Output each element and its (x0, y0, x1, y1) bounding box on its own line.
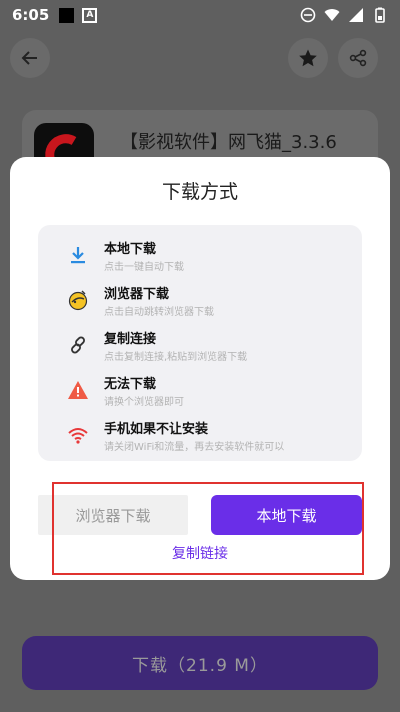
option-subtitle: 点击自动跳转浏览器下载 (104, 307, 214, 318)
option-subtitle: 请关闭WiFi和流量，再去安装软件就可以 (104, 442, 285, 453)
option-install-blocked: 手机如果不让安装 请关闭WiFi和流量，再去安装软件就可以 (38, 415, 362, 459)
download-icon (66, 243, 90, 267)
option-subtitle: 点击复制连接,粘贴到浏览器下载 (104, 352, 248, 363)
app-title: 【影视软件】网飞猫_3.3.6 (120, 132, 337, 153)
option-title: 无法下载 (104, 377, 157, 392)
app-bar (0, 30, 400, 86)
app-notification-icon: A (82, 7, 98, 23)
wifi-status-icon (324, 9, 340, 21)
battery-icon (375, 7, 385, 23)
signal-icon (349, 8, 363, 22)
option-subtitle: 点击一键自动下载 (104, 262, 184, 273)
option-subtitle: 请换个浏览器即可 (104, 397, 184, 408)
option-title: 手机如果不让安装 (104, 422, 209, 437)
option-local-download: 本地下载 点击一键自动下载 (38, 235, 362, 279)
download-options-panel: 本地下载 点击一键自动下载 浏览器下载 点击自动跳转浏览器下载 复制连接 点击复… (38, 225, 362, 461)
link-icon (66, 333, 90, 357)
warning-icon (66, 378, 90, 402)
share-icon (349, 49, 367, 67)
option-browser-download: 浏览器下载 点击自动跳转浏览器下载 (38, 280, 362, 324)
highlight-box (52, 482, 364, 575)
arrow-left-icon (21, 51, 37, 65)
option-title: 复制连接 (104, 332, 157, 347)
notification-icon (59, 7, 75, 23)
status-time: 6:05 (12, 6, 50, 24)
share-button[interactable] (338, 38, 378, 78)
browser-icon (66, 288, 90, 312)
dialog-title: 下载方式 (161, 181, 238, 203)
option-copy-link: 复制连接 点击复制连接,粘贴到浏览器下载 (38, 325, 362, 369)
status-bar: 6:05 A (0, 0, 400, 30)
back-button[interactable] (10, 38, 50, 78)
download-button[interactable]: 下载（21.9 M） (22, 636, 378, 690)
option-title: 浏览器下载 (104, 287, 170, 302)
favorite-button[interactable] (288, 38, 328, 78)
star-icon (299, 49, 317, 67)
option-title: 本地下载 (104, 242, 157, 257)
option-cannot-download: 无法下载 请换个浏览器即可 (38, 370, 362, 414)
dnd-icon (300, 7, 316, 23)
wifi-icon (66, 423, 90, 447)
